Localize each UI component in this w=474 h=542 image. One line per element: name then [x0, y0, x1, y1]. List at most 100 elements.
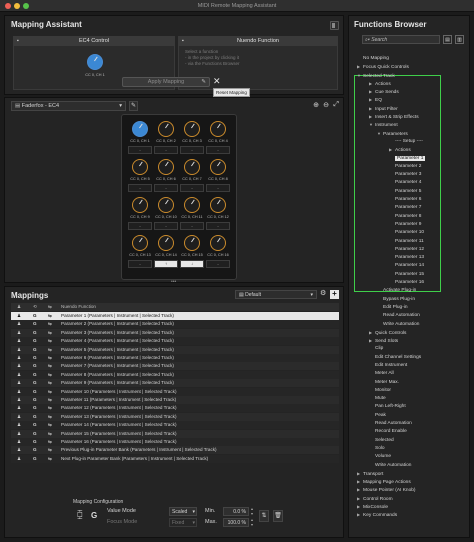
tree-item[interactable]: Record Enable: [353, 428, 469, 436]
tree-item[interactable]: Parameter 13: [353, 254, 469, 262]
tree-item[interactable]: Selected: [353, 437, 469, 445]
tree-item[interactable]: Activate Plug-in: [353, 287, 469, 295]
table-row[interactable]: ♟ G ⇆ Parameter 12 (Parameters | Instrument…: [11, 404, 339, 413]
swap-button[interactable]: ⇅: [259, 510, 269, 522]
tree-item[interactable]: ▼ Parameters: [353, 130, 469, 138]
table-row[interactable]: ♟ G ⇆ Previous Plug-in Parameter Bank (Para…: [11, 446, 339, 455]
gear-icon[interactable]: ⚙: [320, 289, 326, 297]
nav-button[interactable]: -: [206, 260, 230, 268]
tree-item[interactable]: Parameter 3: [353, 171, 469, 179]
tree-item[interactable]: ▶ Quick Controls: [353, 329, 469, 337]
edit-device-button[interactable]: ✎: [129, 101, 138, 111]
tree-item[interactable]: Parameter 12: [353, 246, 469, 254]
nav-button[interactable]: ↓: [180, 260, 204, 268]
encoder-knob[interactable]: [184, 159, 200, 175]
tree-item[interactable]: ▶ Mouse Pointer (AI Knob): [353, 486, 469, 494]
assigned-control-knob[interactable]: [87, 54, 103, 70]
tree-item[interactable]: Parameter 5: [353, 188, 469, 196]
tree-item[interactable]: Bypass Plug-in: [353, 296, 469, 304]
device-select[interactable]: ▤ Faderfox - EC4 ▾: [11, 101, 126, 111]
resize-grip-icon[interactable]: •••: [171, 279, 176, 285]
table-row[interactable]: ♟ G ⇆ Parameter 5 (Parameters | Instrument …: [11, 345, 339, 354]
max-input[interactable]: 100.0 %: [223, 518, 249, 527]
table-row[interactable]: ♟ G ⇆ Parameter 7 (Parameters | Instrument …: [11, 362, 339, 371]
tree-item[interactable]: ▼ Selected Track: [353, 72, 469, 80]
tree-item[interactable]: Parameter 1: [353, 155, 469, 163]
tree-item[interactable]: Mute: [353, 395, 469, 403]
table-row[interactable]: ♟ G ⇆ Parameter 8 (Parameters | Instrument …: [11, 370, 339, 379]
table-row[interactable]: ♟ G ⇆ Parameter 13 (Parameters | Instrument…: [11, 412, 339, 421]
focus-mode-select[interactable]: Fixed ▾: [169, 518, 197, 527]
tree-item[interactable]: Parameter 8: [353, 213, 469, 221]
tree-item[interactable]: Parameter 9: [353, 221, 469, 229]
controller-button[interactable]: -: [128, 184, 152, 192]
table-row[interactable]: ♟ G ⇆ Parameter 1 (Parameters | Instrument …: [11, 312, 339, 320]
encoder-knob[interactable]: [132, 235, 148, 251]
encoder-knob[interactable]: [184, 121, 200, 137]
table-row[interactable]: ♟ G ⇆ Parameter 3 (Parameters | Instrument …: [11, 328, 339, 337]
controller-button[interactable]: -: [206, 222, 230, 230]
table-row[interactable]: ♟ G ⇆ Parameter 4 (Parameters | Instrument …: [11, 337, 339, 346]
tree-item[interactable]: Meter All: [353, 370, 469, 378]
max-stepper[interactable]: ▴ ▾: [251, 517, 253, 527]
tree-item[interactable]: ▶ MixConsole: [353, 503, 469, 511]
add-page-button[interactable]: +: [330, 290, 339, 299]
tree-item[interactable]: Parameter 6: [353, 196, 469, 204]
controller-button[interactable]: -: [206, 146, 230, 154]
tree-item[interactable]: Parameter 14: [353, 262, 469, 270]
collapse-all-icon[interactable]: ▤: [443, 35, 452, 44]
tree-item[interactable]: ---- Setup ----: [353, 138, 469, 146]
tree-item[interactable]: ▶ Cue Sends: [353, 88, 469, 96]
tree-item[interactable]: Write Automation: [353, 321, 469, 329]
nav-button[interactable]: ↑: [154, 260, 178, 268]
encoder-knob[interactable]: [184, 235, 200, 251]
table-row[interactable]: ♟ G ⇆ Parameter 15 (Parameters | Instrument…: [11, 429, 339, 438]
tree-item[interactable]: Volume: [353, 453, 469, 461]
tree-item[interactable]: Read Automation: [353, 420, 469, 428]
fit-view-icon[interactable]: ⤢: [333, 101, 339, 109]
tree-item[interactable]: Clip: [353, 345, 469, 353]
mapping-page-select[interactable]: ▤ Default ▾: [235, 290, 317, 299]
tree-item[interactable]: ▶ Focus Quick Controls: [353, 63, 469, 71]
tree-item[interactable]: Read Automation: [353, 312, 469, 320]
encoder-knob[interactable]: [132, 159, 148, 175]
tree-item[interactable]: Parameter 4: [353, 179, 469, 187]
tree-item[interactable]: Parameter 10: [353, 229, 469, 237]
expand-all-icon[interactable]: ▥: [455, 35, 464, 44]
tree-item[interactable]: Parameter 7: [353, 204, 469, 212]
tree-item[interactable]: Edit Instrument: [353, 362, 469, 370]
table-row[interactable]: ♟ G ⇆ Parameter 11 (Parameters | Instrument…: [11, 396, 339, 404]
tree-item[interactable]: Parameter 2: [353, 163, 469, 171]
table-row[interactable]: ♟ G ⇆ Parameter 10 (Parameters | Instrument…: [11, 387, 339, 396]
encoder-knob[interactable]: [210, 197, 226, 213]
tree-item[interactable]: ▶ Actions: [353, 80, 469, 88]
tree-item[interactable]: Parameter 11: [353, 238, 469, 246]
tree-item[interactable]: ▶ EQ: [353, 96, 469, 104]
tree-item[interactable]: ▼ Instrument: [353, 121, 469, 129]
search-input[interactable]: ⌕▾ Search: [362, 35, 440, 44]
encoder-knob[interactable]: [158, 121, 174, 137]
table-row[interactable]: ♟ G ⇆ Next Plug-in Parameter Bank (Paramete…: [11, 454, 339, 463]
tree-item[interactable]: ▶ Send Slots: [353, 337, 469, 345]
controller-button[interactable]: -: [180, 146, 204, 154]
global-toggle[interactable]: G: [91, 511, 97, 520]
tree-item[interactable]: Peak: [353, 412, 469, 420]
tree-item[interactable]: Solo: [353, 445, 469, 453]
min-input[interactable]: 0.0 %: [223, 507, 249, 516]
controller-button[interactable]: -: [180, 184, 204, 192]
delete-mapping-button[interactable]: 🗑: [273, 510, 283, 522]
tree-item[interactable]: Parameter 15: [353, 271, 469, 279]
controller-button[interactable]: -: [180, 222, 204, 230]
encoder-knob[interactable]: [210, 121, 226, 137]
tree-item[interactable]: Pan Left-Right: [353, 403, 469, 411]
controller-button[interactable]: -: [154, 146, 178, 154]
tree-item[interactable]: ▶ Insert & Strip Effects: [353, 113, 469, 121]
tree-item[interactable]: ▶ Input Filter: [353, 105, 469, 113]
zoom-out-icon[interactable]: ⊖: [323, 101, 329, 109]
controller-button[interactable]: -: [206, 184, 230, 192]
assistant-panel-toggle-button[interactable]: [330, 21, 339, 30]
controller-button[interactable]: -: [154, 184, 178, 192]
tree-item[interactable]: ▶ Key Commands: [353, 511, 469, 519]
table-row[interactable]: ♟ G ⇆ Parameter 2 (Parameters | Instrument …: [11, 320, 339, 329]
table-row[interactable]: ♟ G ⇆ Parameter 6 (Parameters | Instrument …: [11, 354, 339, 362]
